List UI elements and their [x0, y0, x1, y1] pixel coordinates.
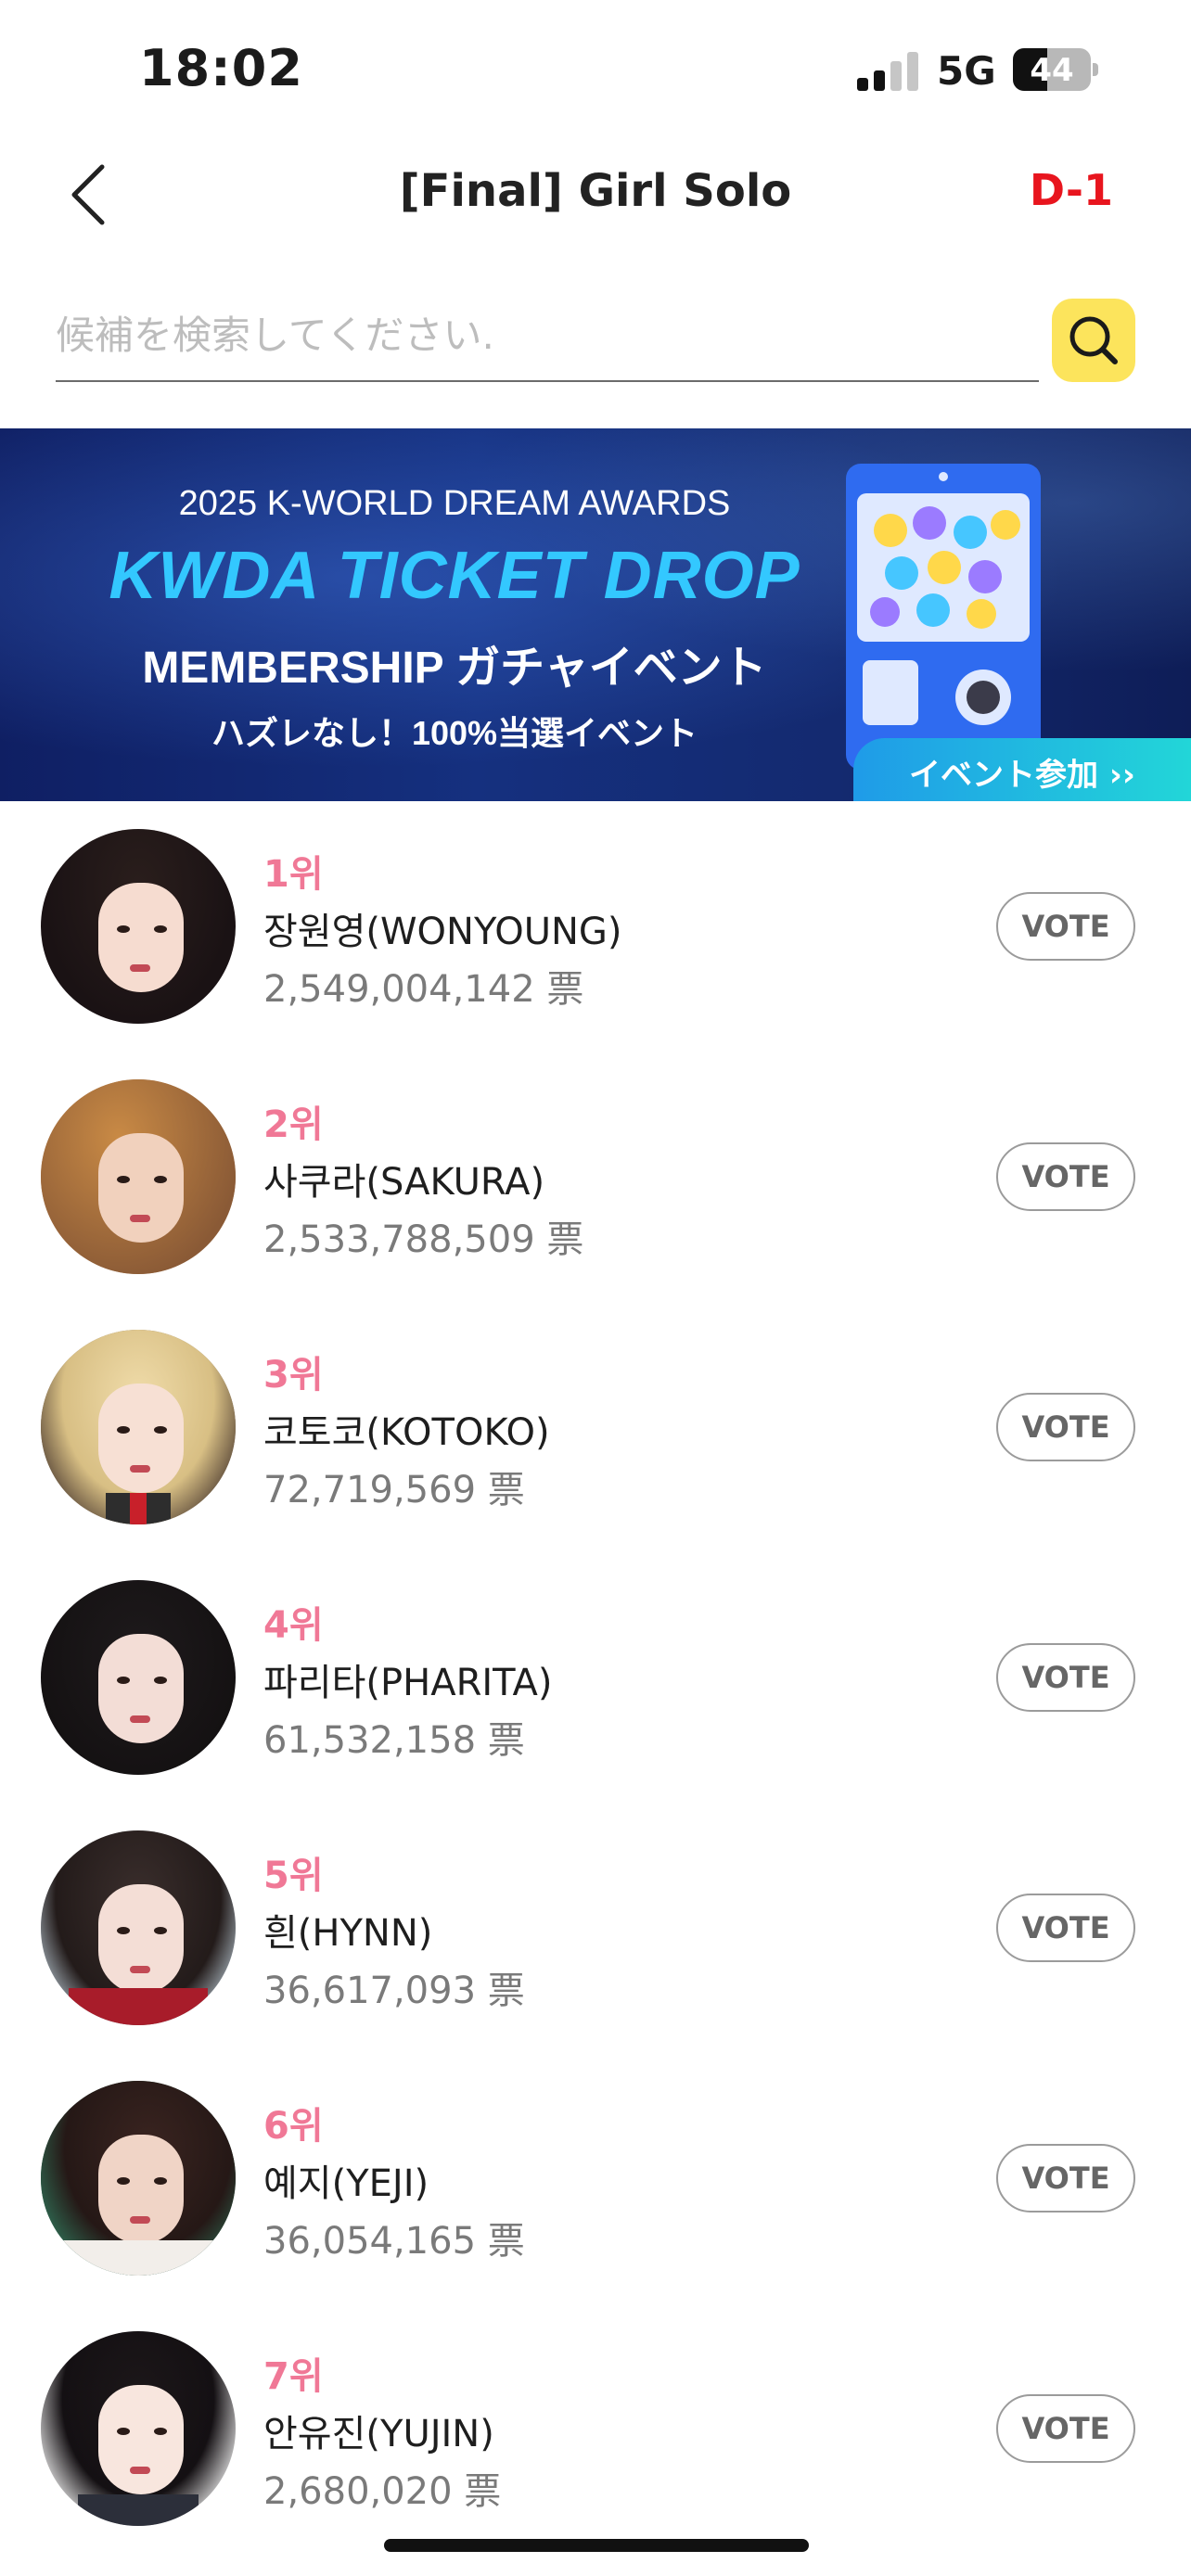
- battery-icon: 44: [1013, 48, 1098, 91]
- candidate-row[interactable]: 1위 장원영(WONYOUNG) 2,549,004,142 票 VOTE: [0, 825, 1191, 1076]
- search-icon: [1069, 316, 1118, 364]
- candidate-name: 사쿠라(SAKURA): [263, 1161, 545, 1204]
- avatar: [41, 1580, 236, 1775]
- signal-icon: [857, 48, 922, 91]
- vote-count: 61,532,158 票: [263, 1719, 525, 1762]
- candidate-name: 파리타(PHARITA): [263, 1662, 553, 1704]
- event-banner[interactable]: 2025 K-WORLD DREAM AWARDS KWDA TICKET DR…: [0, 428, 1191, 801]
- network-type: 5G: [937, 48, 996, 94]
- candidate-name: 안유진(YUJIN): [263, 2413, 494, 2455]
- rank-label: 1위: [263, 853, 324, 896]
- event-join-button[interactable]: イベント参加 ››: [853, 738, 1191, 801]
- chevron-left-icon: [71, 164, 105, 225]
- candidate-name: 흰(HYNN): [263, 1912, 433, 1955]
- avatar: [41, 2331, 236, 2526]
- candidate-row[interactable]: 6위 예지(YEJI) 36,054,165 票 VOTE: [0, 2077, 1191, 2327]
- banner-subtitle: 2025 K-WORLD DREAM AWARDS: [178, 484, 731, 523]
- vote-button[interactable]: VOTE: [996, 1894, 1135, 1962]
- rank-label: 3위: [263, 1354, 324, 1396]
- banner-caption: ハズレなし！100%当選イベント: [211, 714, 698, 752]
- candidate-row[interactable]: 3위 코토코(KOTOKO) 72,719,569 票 VOTE: [0, 1326, 1191, 1576]
- status-time: 18:02: [139, 39, 303, 97]
- candidate-row[interactable]: 4위 파리타(PHARITA) 61,532,158 票 VOTE: [0, 1576, 1191, 1827]
- banner-title: KWDA TICKET DROP: [109, 539, 800, 613]
- vote-button[interactable]: VOTE: [996, 2144, 1135, 2213]
- vote-count: 36,054,165 票: [263, 2220, 525, 2263]
- vote-button[interactable]: VOTE: [996, 1643, 1135, 1712]
- vote-count: 72,719,569 票: [263, 1469, 525, 1511]
- voting-page: 18:02 5G 44 [Final] Girl Solo D-1 候補を検索し…: [0, 0, 1191, 2576]
- candidate-row[interactable]: 5위 흰(HYNN) 36,617,093 票 VOTE: [0, 1827, 1191, 2077]
- vote-count: 2,549,004,142 票: [263, 968, 584, 1011]
- vote-button[interactable]: VOTE: [996, 2394, 1135, 2463]
- vote-count: 2,533,788,509 票: [263, 1218, 584, 1261]
- avatar: [41, 2081, 236, 2276]
- vote-count: 36,617,093 票: [263, 1970, 525, 2012]
- dday-badge: D-1: [1029, 165, 1113, 215]
- vote-button[interactable]: VOTE: [996, 1142, 1135, 1211]
- candidate-row[interactable]: 2위 사쿠라(SAKURA) 2,533,788,509 票 VOTE: [0, 1076, 1191, 1326]
- candidate-name: 장원영(WONYOUNG): [263, 911, 622, 953]
- rank-label: 7위: [263, 2355, 324, 2398]
- avatar: [41, 1079, 236, 1274]
- banner-heading: MEMBERSHIP ガチャイベント: [142, 644, 767, 693]
- candidate-name: 코토코(KOTOKO): [263, 1411, 550, 1454]
- search-input[interactable]: [56, 297, 1039, 382]
- vote-button[interactable]: VOTE: [996, 1393, 1135, 1461]
- status-bar: 18:02 5G 44: [0, 0, 1191, 139]
- rank-label: 2위: [263, 1103, 324, 1146]
- vote-count: 2,680,020 票: [263, 2470, 502, 2513]
- search-button[interactable]: [1052, 299, 1135, 382]
- rank-label: 5위: [263, 1855, 324, 1897]
- candidate-name: 예지(YEJI): [263, 2162, 429, 2205]
- back-button[interactable]: [56, 158, 130, 232]
- avatar: [41, 1830, 236, 2025]
- gacha-machine-illustration: [846, 464, 1041, 770]
- page-header: [Final] Girl Solo D-1: [0, 139, 1191, 250]
- avatar: [41, 829, 236, 1024]
- avatar: [41, 1330, 236, 1524]
- vote-button[interactable]: VOTE: [996, 892, 1135, 961]
- battery-level: 44: [1030, 52, 1074, 89]
- page-title: [Final] Girl Solo: [399, 165, 792, 217]
- home-indicator[interactable]: [384, 2539, 809, 2552]
- rank-label: 6위: [263, 2105, 324, 2148]
- rank-label: 4위: [263, 1604, 324, 1647]
